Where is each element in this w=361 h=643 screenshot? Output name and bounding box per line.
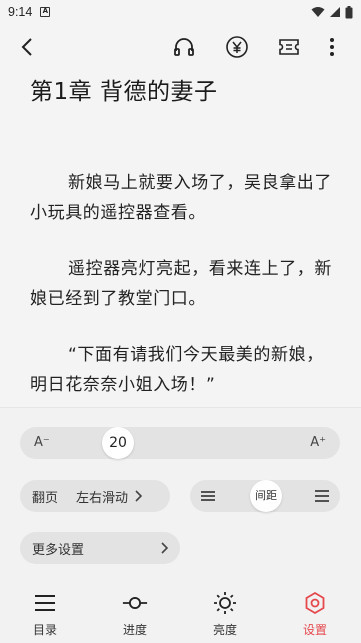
chevron-right-icon bbox=[135, 490, 143, 502]
nav-catalog[interactable]: 目录 bbox=[15, 578, 75, 638]
compact-spacing-icon[interactable] bbox=[201, 490, 215, 502]
progress-icon bbox=[122, 590, 148, 616]
status-icons bbox=[311, 5, 353, 19]
nav-progress[interactable]: 进度 bbox=[105, 578, 165, 638]
listen-button[interactable] bbox=[169, 32, 199, 62]
nav-settings-label: 设置 bbox=[302, 623, 327, 637]
more-options-button[interactable] bbox=[317, 32, 347, 62]
nav-settings[interactable]: 设置 bbox=[285, 578, 345, 638]
reading-area[interactable]: 第1章 背德的妻子 新娘马上就要入场了，吴良拿出了小玩具的遥控器查看。 遥控器亮… bbox=[0, 68, 361, 408]
yen-coin-icon bbox=[226, 36, 248, 58]
chapter-title: 第1章 背德的妻子 bbox=[30, 79, 218, 105]
back-button[interactable] bbox=[12, 32, 42, 62]
page-turn-selector[interactable]: 翻页 左右滑动 bbox=[20, 480, 170, 512]
nav-brightness[interactable]: 亮度 bbox=[195, 578, 255, 638]
headphones-icon bbox=[174, 38, 194, 56]
status-time: 9:14 bbox=[8, 5, 33, 19]
bottom-nav: 目录 进度 亮度 设置 bbox=[0, 578, 361, 643]
page-turn-label: 翻页 bbox=[32, 490, 59, 506]
paragraph: “下面有请我们今天最美的新娘，明日花奈奈小姐入场！” bbox=[30, 345, 324, 395]
reader-toolbar bbox=[0, 26, 361, 68]
more-settings-label: 更多设置 bbox=[32, 542, 85, 558]
line-spacing-slider[interactable]: 间距 bbox=[190, 480, 340, 512]
battery-icon bbox=[345, 5, 353, 18]
chevron-left-icon bbox=[21, 38, 32, 56]
font-decrease-button[interactable]: A⁻ bbox=[34, 427, 50, 459]
nav-brightness-label: 亮度 bbox=[212, 623, 237, 637]
line-spacing-knob[interactable]: 间距 bbox=[250, 480, 282, 512]
reward-button[interactable] bbox=[222, 32, 252, 62]
more-vertical-icon bbox=[330, 38, 334, 56]
page-turn-value: 左右滑动 bbox=[76, 490, 129, 506]
menu-icon bbox=[32, 590, 58, 616]
nav-progress-label: 进度 bbox=[122, 623, 147, 637]
font-increase-button[interactable]: A⁺ bbox=[310, 427, 326, 459]
notification-badge: A bbox=[40, 7, 51, 17]
font-size-knob[interactable]: 20 bbox=[102, 427, 134, 459]
paragraph: 遥控器亮灯亮起，看来连上了，新娘已经到了教堂门口。 bbox=[30, 259, 332, 309]
nav-catalog-label: 目录 bbox=[32, 623, 57, 637]
sun-icon bbox=[212, 590, 238, 616]
ticket-icon bbox=[279, 39, 299, 55]
paragraph: 新娘马上就要入场了，吴良拿出了小玩具的遥控器查看。 bbox=[30, 173, 332, 223]
wifi-icon bbox=[311, 7, 325, 17]
signal-icon bbox=[330, 7, 340, 17]
status-bar: 9:14 A bbox=[0, 0, 361, 24]
chevron-right-icon bbox=[161, 542, 168, 554]
font-size-slider[interactable]: A⁻ 20 A⁺ bbox=[20, 427, 340, 459]
ticket-button[interactable] bbox=[274, 32, 304, 62]
loose-spacing-icon[interactable] bbox=[315, 490, 329, 502]
more-settings-button[interactable]: 更多设置 bbox=[20, 532, 180, 564]
settings-icon bbox=[302, 590, 328, 616]
